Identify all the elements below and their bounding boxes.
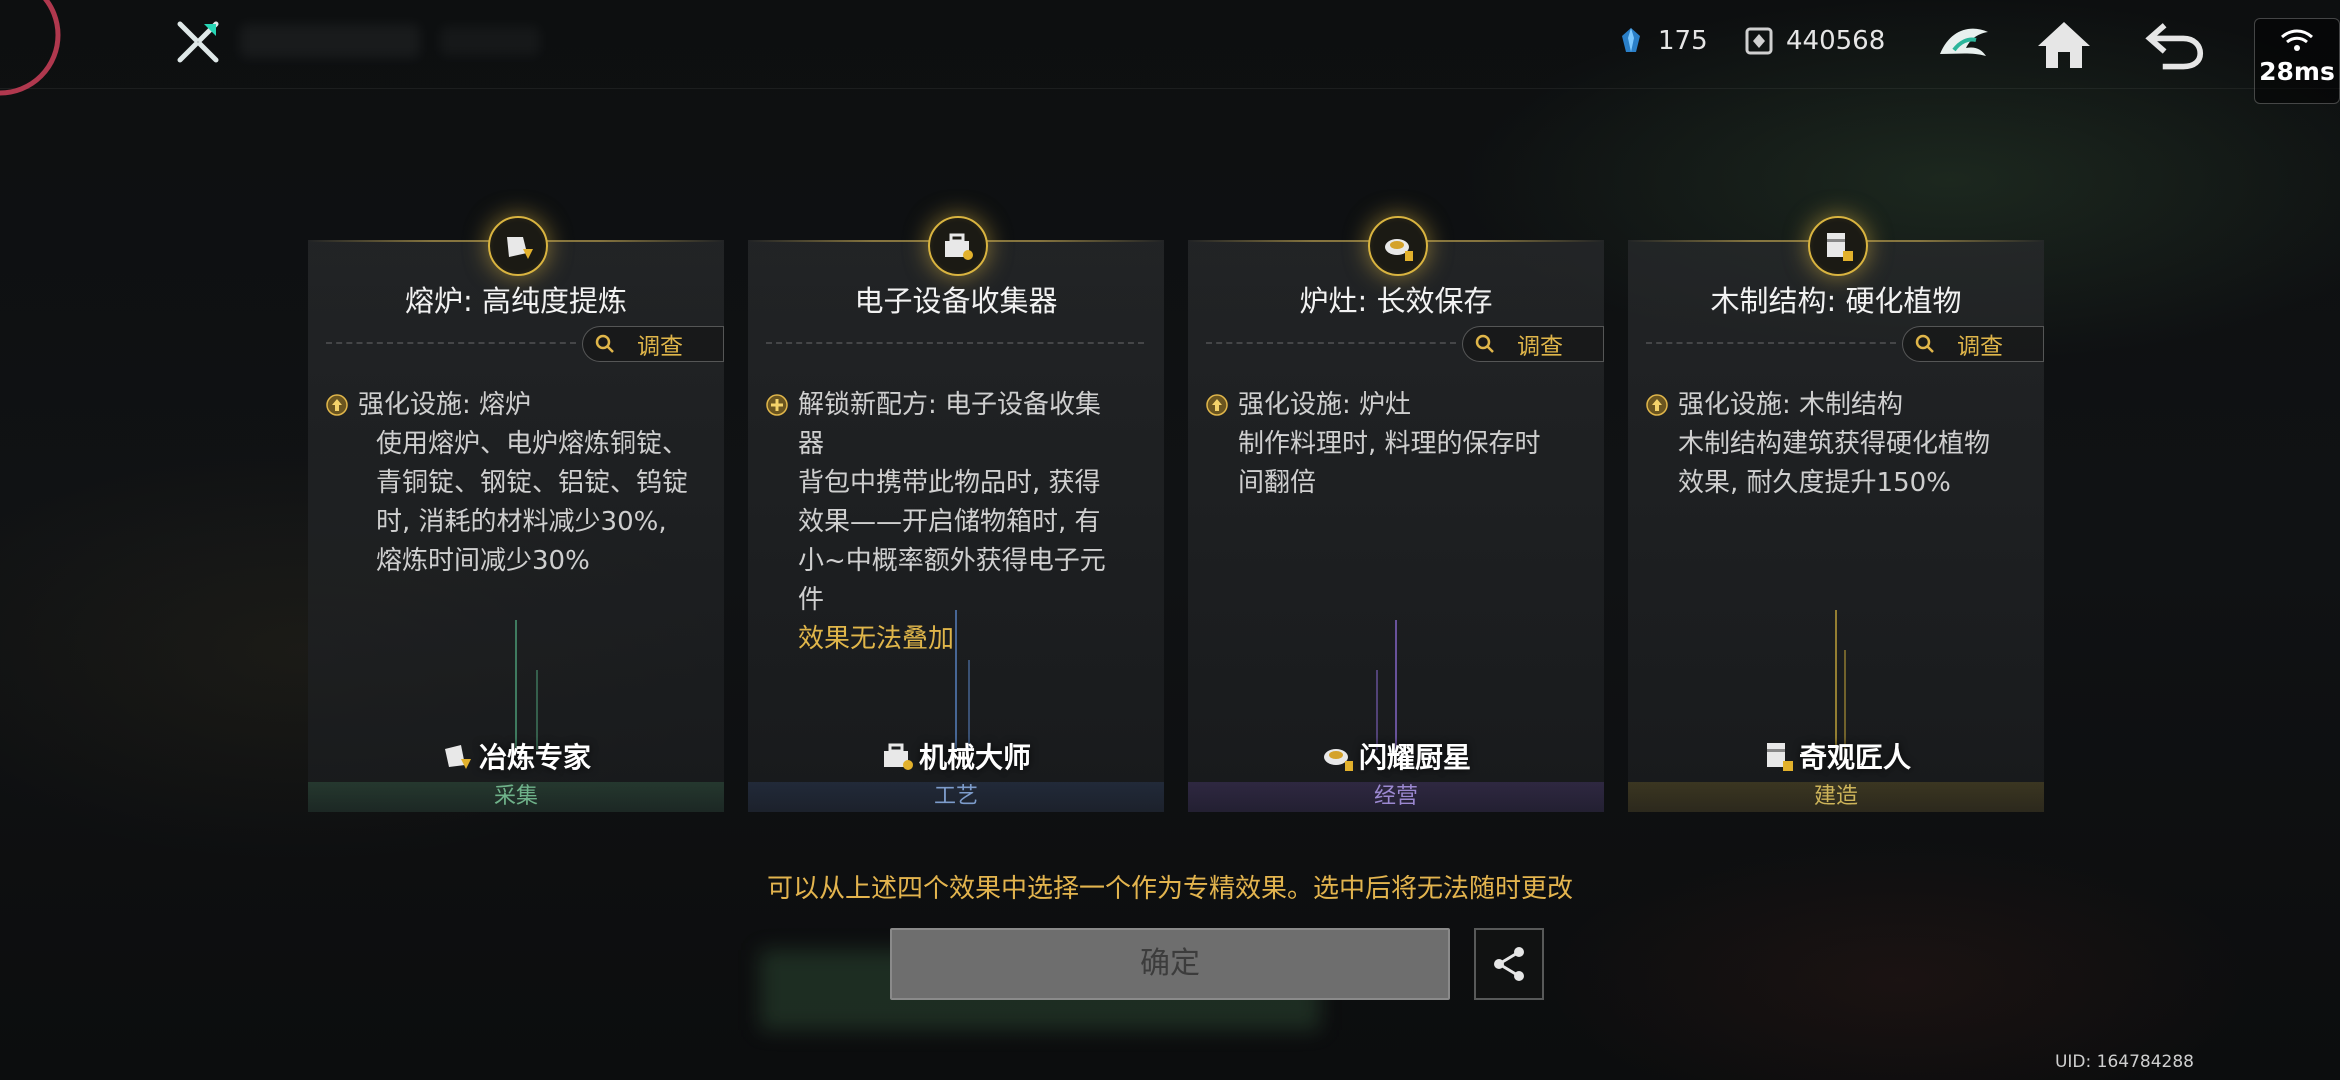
guild-button[interactable] bbox=[1934, 14, 1994, 74]
search-icon bbox=[1475, 334, 1494, 353]
home-icon bbox=[2038, 22, 2090, 68]
role-label: 闪耀厨星 bbox=[1358, 741, 1471, 774]
effect-type: 强化设施: 炉灶 bbox=[1238, 390, 1412, 420]
search-icon bbox=[1915, 334, 1934, 353]
upgrade-icon bbox=[326, 394, 348, 416]
crossed-blades-icon[interactable] bbox=[174, 18, 222, 66]
card-title: 木制结构: 硬化植物 bbox=[1710, 284, 1962, 318]
share-button[interactable] bbox=[1474, 928, 1544, 1000]
inspect-label: 调查 bbox=[1957, 334, 2003, 360]
crystal-count: 175 bbox=[1658, 26, 1708, 56]
desc-line: 效果——开启储物箱时, 有 bbox=[798, 507, 1101, 537]
desc-line: 器 bbox=[798, 429, 825, 459]
role-label: 奇观匠人 bbox=[1798, 741, 1911, 774]
effect-card-wood[interactable]: 木制结构: 硬化植物 调查 强化设施: 木制结构 木制结构建筑获得硬化植物 效果… bbox=[1628, 216, 2044, 812]
role-label: 机械大师 bbox=[918, 741, 1031, 774]
selection-notice: 可以从上述四个效果中选择一个作为专精效果。选中后将无法随时更改 bbox=[766, 874, 1573, 904]
top-bar: 175 440568 28ms bbox=[0, 0, 2340, 104]
home-button[interactable] bbox=[2034, 14, 2094, 74]
inspect-label: 调查 bbox=[1517, 334, 1563, 360]
card-title: 炉灶: 长效保存 bbox=[1299, 284, 1493, 318]
divider bbox=[1206, 342, 1456, 344]
effect-card-smelting[interactable]: 熔炉: 高纯度提炼 调查 强化设施: 熔炉 使用熔炉、电炉熔炼铜锭、 青铜锭、钢… bbox=[308, 216, 724, 812]
divider bbox=[326, 342, 576, 344]
back-button[interactable] bbox=[2144, 14, 2204, 74]
inspect-button[interactable]: 调查 bbox=[582, 326, 724, 362]
desc-line: 背包中携带此物品时, 获得 bbox=[798, 468, 1101, 498]
blurred-title bbox=[240, 24, 420, 58]
card-title: 电子设备收集器 bbox=[854, 284, 1058, 318]
card-description: 强化设施: 木制结构 木制结构建筑获得硬化植物 效果, 耐久度提升150% bbox=[1646, 386, 2016, 503]
effect-type: 强化设施: 木制结构 bbox=[1678, 390, 1904, 420]
desc-line: 时, 消耗的材料减少30%, bbox=[376, 507, 667, 537]
desc-line: 木制结构建筑获得硬化植物 bbox=[1678, 429, 1991, 459]
inspect-button[interactable]: 调查 bbox=[1902, 326, 2044, 362]
light-rays bbox=[515, 620, 538, 750]
builder-badge-icon bbox=[1766, 743, 1793, 771]
desc-line: 小~中概率额外获得电子元 bbox=[798, 546, 1106, 576]
role-label: 冶炼专家 bbox=[478, 741, 591, 774]
inspect-button[interactable]: 调查 bbox=[1462, 326, 1604, 362]
role-name: 机械大师 bbox=[748, 736, 1164, 776]
inspect-label: 调查 bbox=[637, 334, 683, 360]
game-logo-icon[interactable] bbox=[0, 0, 66, 120]
latency-value: 28ms bbox=[2259, 57, 2335, 86]
coin-count: 440568 bbox=[1786, 26, 1886, 56]
confirm-button[interactable]: 确定 bbox=[890, 928, 1450, 1000]
effect-type: 强化设施: 熔炉 bbox=[358, 390, 532, 420]
coin-resource: 440568 bbox=[1744, 26, 1885, 56]
card-title: 熔炉: 高纯度提炼 bbox=[405, 284, 627, 318]
wifi-icon bbox=[2281, 29, 2313, 51]
furnace-icon bbox=[488, 216, 548, 276]
light-rays bbox=[1376, 620, 1397, 750]
blurred-subtitle bbox=[440, 26, 540, 56]
crystal-resource: 175 bbox=[1616, 26, 1708, 56]
crystal-icon bbox=[1622, 28, 1640, 52]
user-id: UID: 164784288 bbox=[2054, 1052, 2194, 1072]
category-label: 工艺 bbox=[748, 782, 1164, 812]
chef-badge-icon bbox=[1323, 749, 1353, 771]
desc-line: 青铜锭、钢锭、铝锭、钨锭 bbox=[376, 468, 689, 498]
role-name: 闪耀厨星 bbox=[1188, 736, 1604, 776]
desc-line: 效果, 耐久度提升150% bbox=[1678, 468, 1951, 498]
category-label: 采集 bbox=[308, 782, 724, 812]
unlock-plus-icon bbox=[766, 394, 788, 416]
card-description: 强化设施: 炉灶 制作料理时, 料理的保存时 间翻倍 bbox=[1206, 386, 1576, 503]
upgrade-icon bbox=[1206, 394, 1228, 416]
desc-line: 熔炼时间减少30% bbox=[376, 546, 590, 576]
dragon-emblem-icon bbox=[1940, 28, 1988, 56]
desc-line: 间翻倍 bbox=[1238, 468, 1317, 498]
category-label: 经营 bbox=[1188, 782, 1604, 812]
effect-type: 解锁新配方: 电子设备收集 bbox=[798, 390, 1102, 420]
share-icon bbox=[1494, 947, 1524, 981]
cooking-pot-icon bbox=[1368, 216, 1428, 276]
mechanic-badge-icon bbox=[883, 743, 913, 770]
upgrade-icon bbox=[1646, 394, 1668, 416]
building-block-icon bbox=[1808, 216, 1868, 276]
desc-line: 使用熔炉、电炉熔炼铜锭、 bbox=[376, 429, 689, 459]
effect-card-stove[interactable]: 炉灶: 长效保存 调查 强化设施: 炉灶 制作料理时, 料理的保存时 间翻倍 闪… bbox=[1188, 216, 1604, 812]
role-name: 冶炼专家 bbox=[308, 736, 724, 776]
light-rays bbox=[1835, 610, 1846, 750]
coin-box-icon bbox=[1745, 27, 1773, 55]
divider bbox=[1646, 342, 1896, 344]
desc-line: 制作料理时, 料理的保存时 bbox=[1238, 429, 1541, 459]
search-icon bbox=[595, 334, 614, 353]
light-rays bbox=[955, 610, 970, 750]
toolbox-icon bbox=[928, 216, 988, 276]
divider bbox=[766, 342, 1144, 344]
effect-card-electronics[interactable]: 电子设备收集器 解锁新配方: 电子设备收集 器 背包中携带此物品时, 获得 效果… bbox=[748, 216, 1164, 812]
role-name: 奇观匠人 bbox=[1628, 736, 2044, 776]
card-description: 强化设施: 熔炉 使用熔炉、电炉熔炼铜锭、 青铜锭、钢锭、铝锭、钨锭 时, 消耗… bbox=[326, 386, 696, 581]
return-arrow-icon bbox=[2145, 23, 2204, 70]
network-status: 28ms bbox=[2254, 18, 2340, 104]
category-label: 建造 bbox=[1628, 782, 2044, 812]
smelter-badge-icon bbox=[444, 745, 471, 769]
